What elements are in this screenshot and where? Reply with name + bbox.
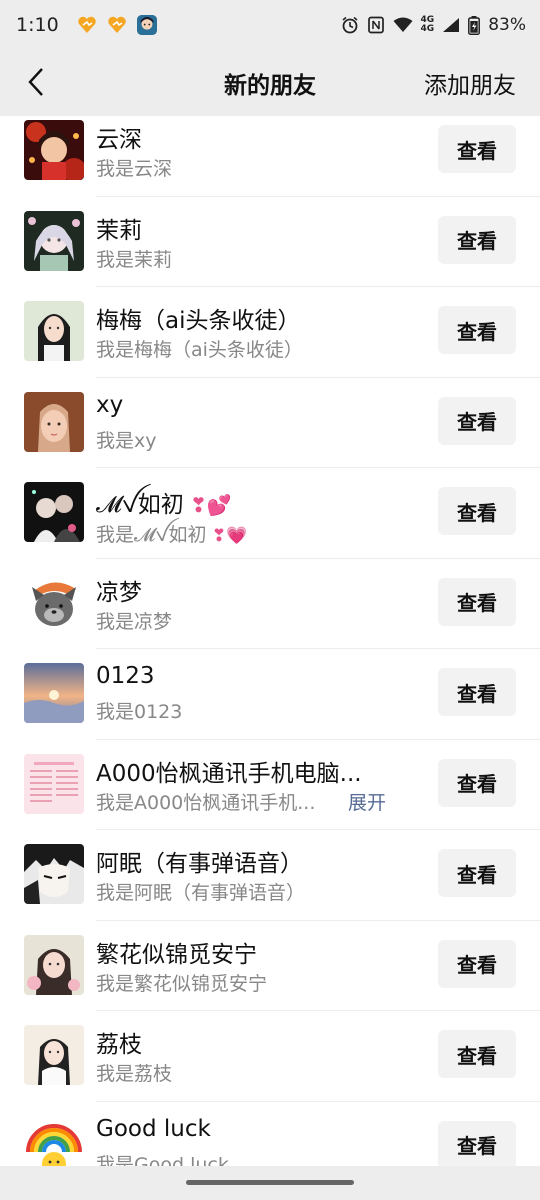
list-item[interactable]: Good luck 我是Good luck 查看 (0, 1102, 540, 1167)
hearts-emoji-icon: ❣💗 (206, 526, 248, 546)
view-button[interactable]: 查看 (438, 668, 516, 716)
list-item[interactable]: 云深 我是云深 查看 (0, 116, 540, 197)
list-item[interactable]: 梅梅（ai头条收徒） 我是梅梅（ai头条收徒） 查看 (0, 287, 540, 378)
signal-4g-icon: 4G 4G (420, 15, 435, 34)
friend-message: 我是𝓜ꪜ如初 ❣💗 (96, 524, 248, 546)
battery-percent: 83% (488, 15, 526, 35)
friend-message: 我是凉梦 (96, 610, 173, 633)
signal-bars-icon (442, 17, 460, 33)
add-friend-button[interactable]: 添加朋友 (424, 66, 516, 100)
friend-name: 荔枝 (96, 1032, 142, 1058)
avatar[interactable] (24, 210, 84, 271)
view-button[interactable]: 查看 (438, 306, 516, 354)
avatar[interactable] (24, 844, 84, 904)
avatar[interactable] (24, 753, 84, 814)
view-button[interactable]: 查看 (438, 125, 516, 173)
avatar[interactable] (24, 482, 84, 542)
app-heart-icon-2 (107, 15, 127, 35)
expand-link[interactable]: 展开 (348, 788, 386, 815)
friend-message: 我是梅梅（ai头条收徒） (96, 339, 303, 361)
home-indicator[interactable] (186, 1180, 354, 1185)
status-bar: 1:10 4G 4G 83% (0, 0, 540, 50)
app-avatar-icon (136, 15, 157, 35)
alarm-icon (341, 16, 359, 34)
avatar[interactable] (24, 663, 84, 723)
friend-name: 云深 (96, 127, 142, 153)
view-button[interactable]: 查看 (438, 215, 516, 264)
view-button[interactable]: 查看 (438, 939, 516, 988)
friend-message: 我是0123 (96, 701, 183, 723)
view-button[interactable]: 查看 (438, 849, 516, 897)
friend-name: 繁花似锦觅安宁 (96, 941, 257, 968)
view-button[interactable]: 查看 (438, 577, 516, 626)
avatar[interactable] (24, 1115, 84, 1166)
chevron-left-icon (28, 68, 43, 96)
navigation-gesture-area (0, 1166, 540, 1200)
view-button[interactable]: 查看 (438, 396, 516, 445)
list-item[interactable]: 繁花似锦觅安宁 我是繁花似锦觅安宁 查看 (0, 921, 540, 1011)
avatar[interactable] (24, 301, 84, 361)
friend-message: 我是Good luck (96, 1153, 229, 1167)
friend-request-list[interactable]: 云深 我是云深 查看 茉莉 我是茉莉 查看 梅梅（ai头条收徒） 我是梅梅（ai… (0, 116, 540, 1166)
list-item[interactable]: 凉梦 我是凉梦 查看 (0, 559, 540, 649)
avatar[interactable] (24, 391, 84, 452)
battery-icon (468, 15, 481, 35)
view-button[interactable]: 查看 (438, 1030, 516, 1078)
friend-name: 凉梦 (96, 579, 142, 606)
avatar[interactable] (24, 1025, 84, 1085)
list-item[interactable]: 0123 我是0123 查看 (0, 649, 540, 740)
friend-message: 我是xy (96, 429, 157, 452)
friend-message: 我是茉莉 (96, 248, 173, 271)
friend-message: 我是荔枝 (96, 1063, 173, 1085)
list-item[interactable]: 阿眠（有事弹语音） 我是阿眠（有事弹语音） 查看 (0, 830, 540, 921)
list-item[interactable]: 茉莉 我是茉莉 查看 (0, 197, 540, 287)
view-button[interactable]: 查看 (438, 1120, 516, 1166)
status-time: 1:10 (16, 14, 59, 36)
list-item[interactable]: 𝓜ꪜ如初 ❣💕 我是𝓜ꪜ如初 ❣💗 查看 (0, 468, 540, 559)
avatar[interactable] (24, 934, 84, 995)
friend-name: 0123 (96, 663, 155, 689)
wifi-icon (393, 17, 413, 33)
list-item[interactable]: xy 我是xy 查看 (0, 378, 540, 468)
friend-name: 梅梅（ai头条收徒） (96, 308, 301, 334)
avatar[interactable] (24, 120, 84, 180)
nav-bar: 新的朋友 添加朋友 (0, 50, 540, 116)
friend-message: 我是云深 (96, 158, 173, 180)
friend-message: 我是繁花似锦觅安宁 (96, 972, 268, 995)
nfc-icon (367, 16, 385, 34)
list-item[interactable]: 荔枝 我是荔枝 查看 (0, 1011, 540, 1102)
friend-name: 茉莉 (96, 217, 142, 244)
friend-name: xy (96, 391, 124, 418)
back-button[interactable] (16, 62, 56, 102)
hearts-emoji-icon: ❣💕 (183, 493, 232, 517)
friend-name: Good luck (96, 1115, 211, 1142)
page-title: 新的朋友 (224, 73, 316, 99)
friend-message: 我是阿眠（有事弹语音） (96, 882, 306, 904)
friend-message: 我是A000怡枫通讯手机... (96, 791, 316, 814)
avatar[interactable] (24, 572, 84, 633)
view-button[interactable]: 查看 (438, 758, 516, 807)
app-heart-icon (77, 15, 97, 35)
friend-name: A000怡枫通讯手机电脑... (96, 760, 362, 787)
list-item[interactable]: A000怡枫通讯手机电脑... 我是A000怡枫通讯手机... 展开 查看 (0, 740, 540, 830)
view-button[interactable]: 查看 (438, 487, 516, 535)
friend-name: 阿眠（有事弹语音） (96, 851, 303, 877)
